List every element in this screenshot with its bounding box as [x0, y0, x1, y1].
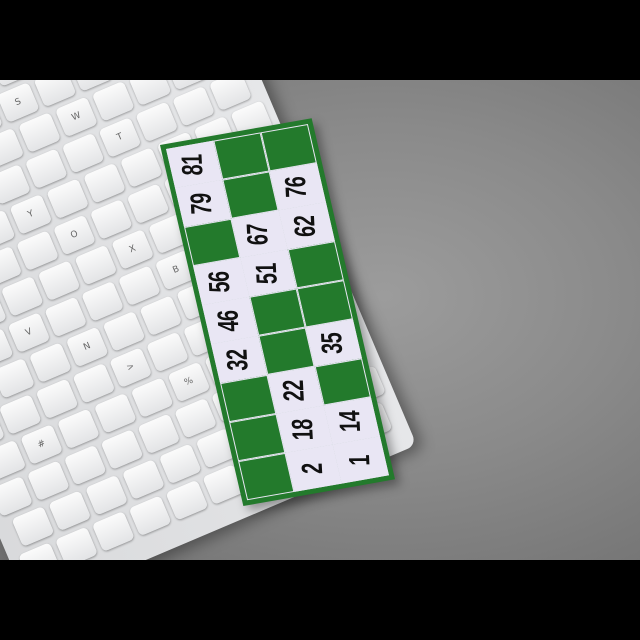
keyboard-key: [61, 132, 105, 174]
keyboard-key: [37, 260, 81, 302]
bingo-number: 56: [203, 270, 238, 292]
keyboard-key: N: [65, 326, 109, 368]
keyboard-key: >: [109, 347, 153, 389]
bingo-number: 51: [251, 262, 285, 284]
key-label: N: [82, 341, 93, 353]
keyboard-key: [137, 413, 181, 455]
bingo-number: 76: [280, 176, 314, 198]
bingo-number: 22: [278, 379, 312, 401]
key-label: T: [115, 131, 125, 144]
keyboard-key: Y: [9, 193, 53, 235]
desk-photo: øæ⌘cmdLKJHGFDSAQWERTYUIOPZXCVBNM<>€#% 81…: [0, 80, 640, 560]
keyboard-key: [63, 444, 107, 486]
bingo-number: 32: [221, 348, 256, 371]
keyboard-key: [91, 80, 135, 122]
bingo-number: 2: [296, 462, 330, 474]
bingo-number: 79: [185, 192, 220, 214]
keyboard-key: [126, 183, 170, 225]
key-label: >: [125, 361, 137, 374]
keyboard-key: [174, 397, 218, 439]
bingo-number: 14: [334, 410, 368, 432]
keyboard-key: [56, 408, 100, 450]
keyboard-key: [48, 490, 92, 532]
keyboard-key: [89, 198, 133, 240]
bingo-number: 35: [316, 332, 350, 354]
keyboard-key: [0, 475, 34, 517]
key-label: O: [69, 229, 80, 242]
keyboard-key: [165, 479, 209, 521]
keyboard-key: %: [167, 361, 211, 403]
keyboard-key: [146, 331, 190, 373]
bingo-number: 1: [343, 454, 377, 466]
keyboard-key: [135, 101, 179, 143]
keyboard-key: [91, 510, 135, 552]
keyboard-key: [24, 148, 68, 190]
top-letterbox: [0, 0, 640, 80]
keyboard-key: [28, 342, 72, 384]
keyboard-key: [0, 357, 36, 399]
bingo-number: 81: [176, 153, 211, 175]
keyboard-key: [0, 394, 42, 435]
keyboard-key: [0, 439, 27, 481]
keyboard-key: [18, 112, 62, 153]
keyboard-key: #: [20, 424, 64, 465]
keyboard-key: [46, 178, 90, 220]
keyboard-key: [35, 378, 79, 420]
bingo-number-cell: 1: [332, 436, 389, 484]
keyboard-key: [11, 505, 55, 547]
key-label: V: [24, 326, 34, 339]
keyboard-key: [117, 265, 161, 307]
keyboard-key: [44, 296, 88, 338]
bingo-number: 67: [242, 223, 276, 245]
keyboard-key: [93, 392, 137, 434]
keyboard-key: [0, 127, 25, 169]
keyboard-key: [139, 295, 183, 337]
keyboard-key: [0, 275, 44, 317]
bingo-number: 18: [287, 418, 321, 440]
key-label: S: [13, 96, 23, 109]
keyboard-key: [72, 362, 116, 404]
keyboard-key: V: [7, 312, 51, 354]
keyboard-key: [74, 244, 118, 286]
keyboard-key: [83, 162, 127, 204]
bottom-letterbox: [0, 560, 640, 640]
keyboard-key: O: [52, 214, 96, 256]
key-label: Y: [26, 208, 36, 221]
keyboard-key: [158, 443, 202, 485]
keyboard-key: [85, 474, 129, 516]
keyboard-key: [16, 230, 60, 272]
key-label: %: [183, 375, 195, 389]
keyboard-key: W: [54, 96, 98, 138]
keyboard-key: T: [98, 117, 142, 158]
keyboard-key: [54, 526, 99, 560]
bingo-number-cell: 2: [285, 444, 342, 492]
bingo-blank-cell: [238, 452, 295, 501]
key-label: W: [70, 110, 83, 124]
keyboard-key: [130, 377, 174, 419]
key-label: #: [36, 438, 48, 451]
keyboard-key: [172, 85, 216, 127]
bingo-number: 62: [289, 215, 323, 237]
keyboard-key: [100, 429, 144, 470]
keyboard-key: X: [111, 228, 155, 270]
keyboard-key: [128, 495, 172, 537]
keyboard-key: [81, 280, 125, 322]
key-label: X: [127, 243, 138, 256]
keyboard-key: [119, 147, 163, 188]
key-label: B: [171, 264, 182, 276]
keyboard-key: [102, 310, 146, 352]
keyboard-key: [26, 460, 70, 502]
keyboard-key: S: [0, 82, 40, 123]
bingo-number: 46: [212, 309, 247, 332]
keyboard-key: [121, 459, 165, 500]
